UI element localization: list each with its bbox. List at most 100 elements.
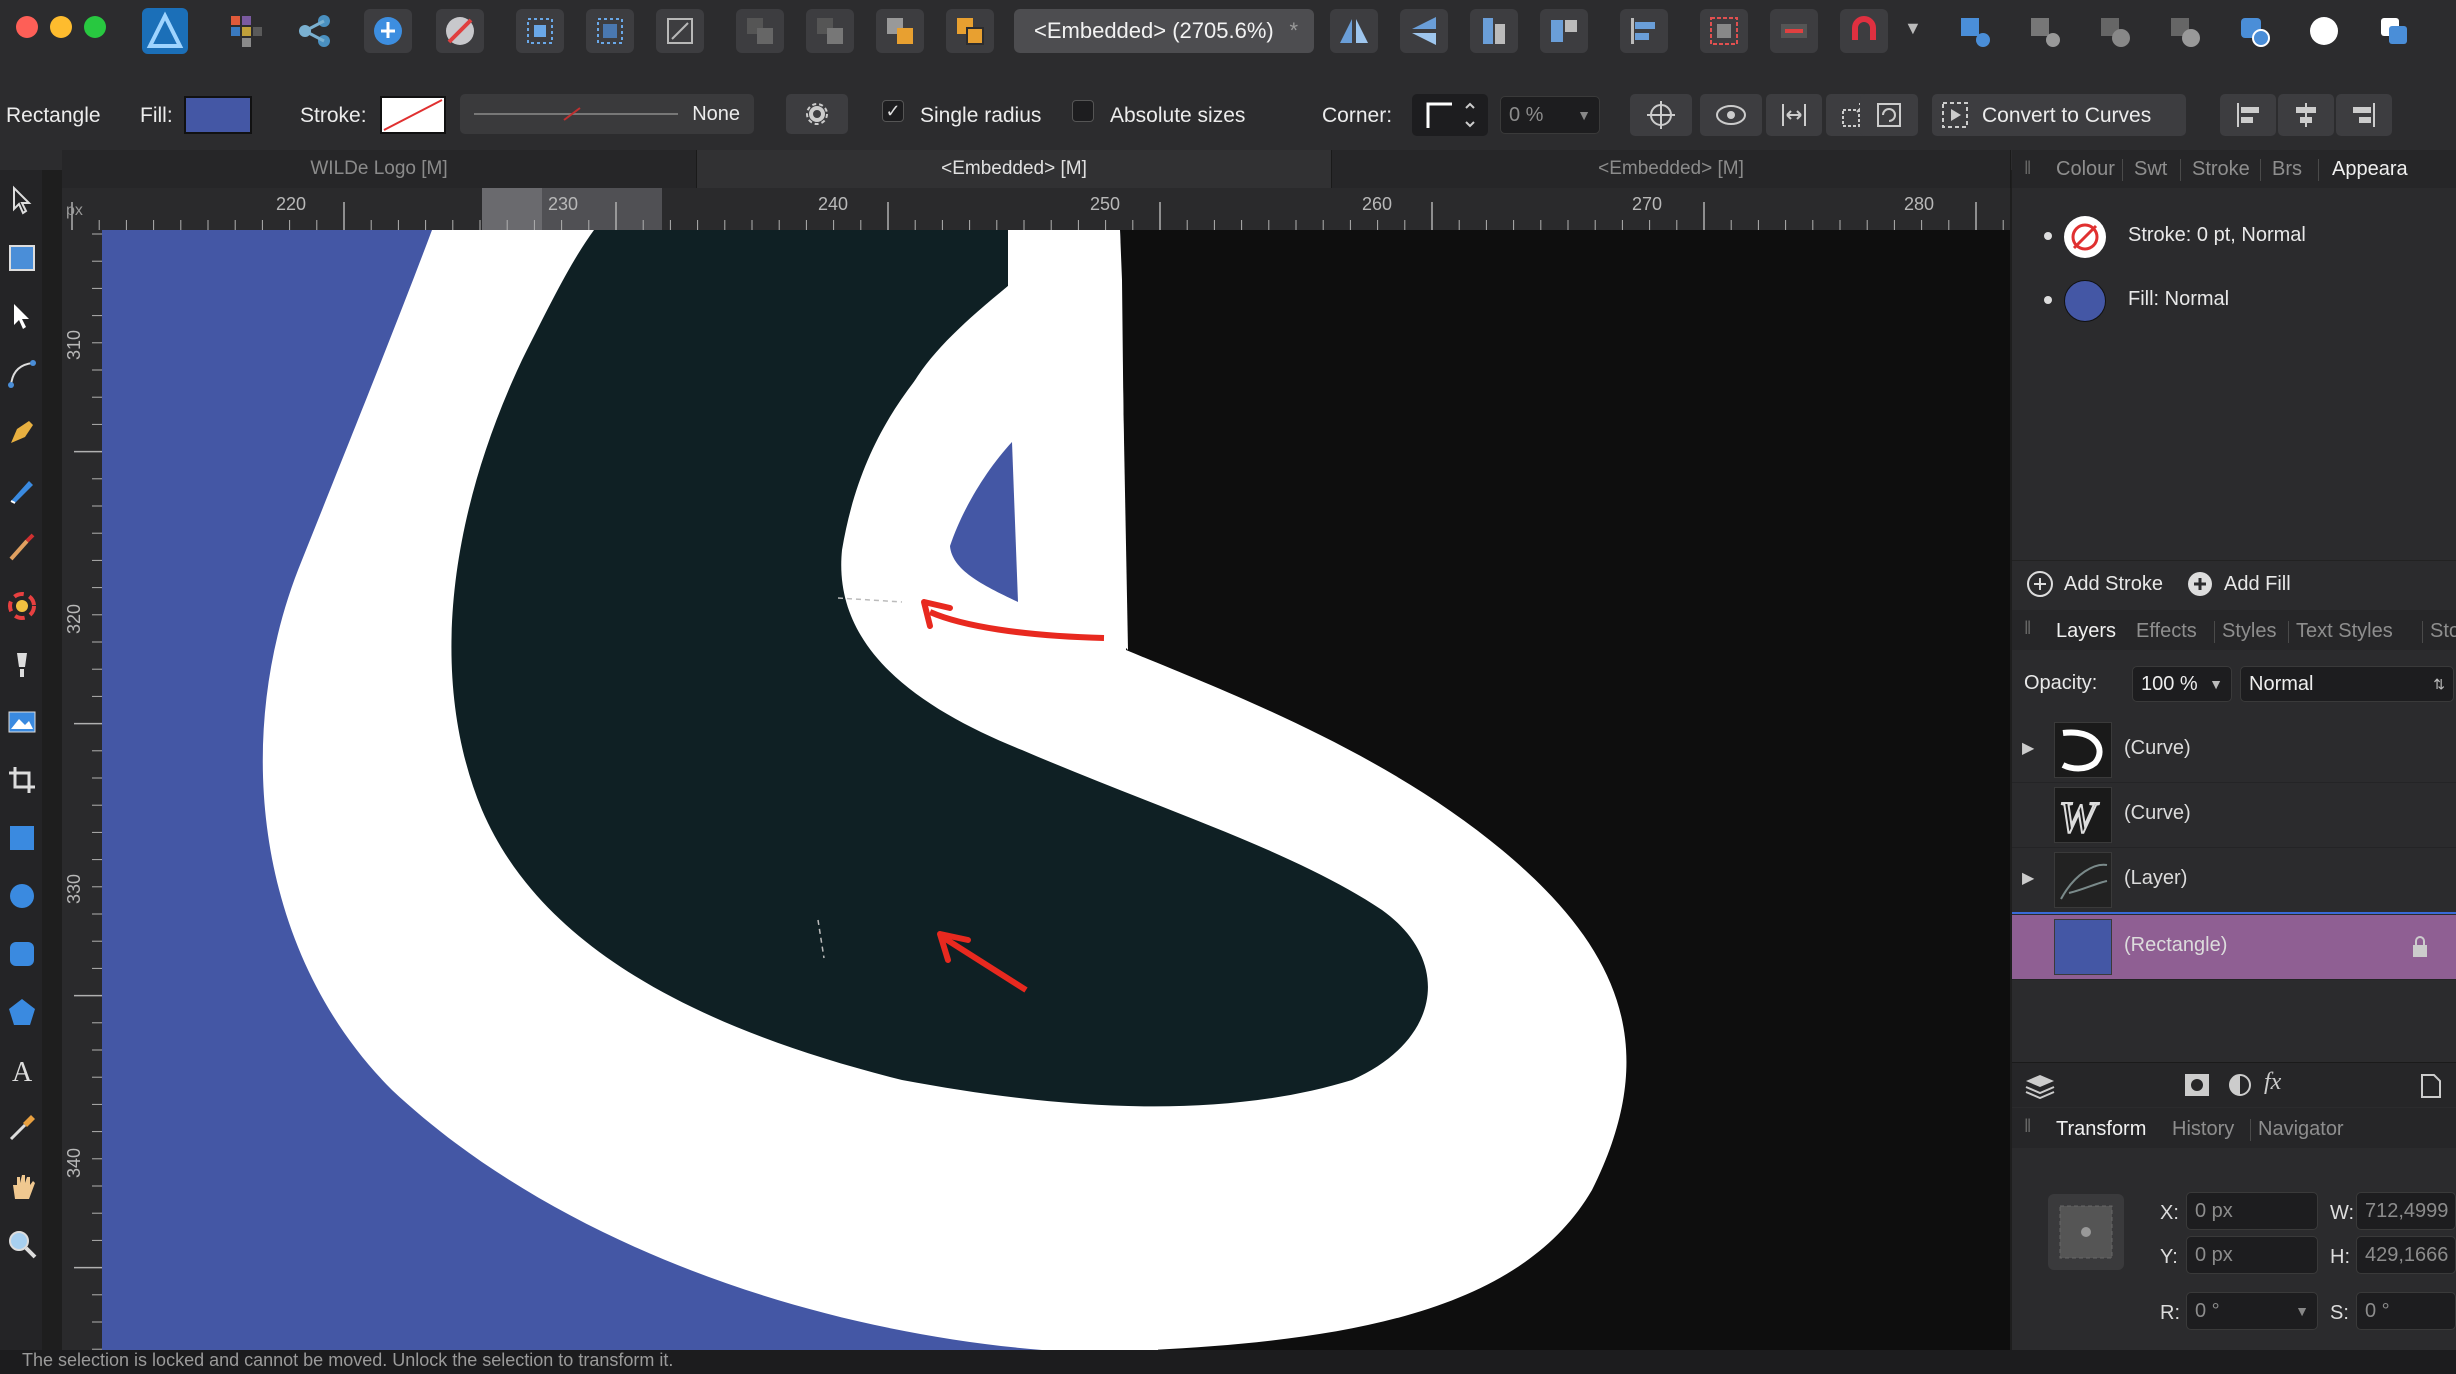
fx-icon[interactable]: fx xyxy=(2264,1069,2281,1096)
stroke-entry[interactable]: Stroke: 0 pt, Normal xyxy=(2012,206,2456,266)
snapping-magnet-icon[interactable] xyxy=(1840,9,1888,53)
tab-brushes[interactable]: Brs xyxy=(2272,158,2302,181)
subtract-icon[interactable] xyxy=(2020,9,2068,53)
y-field[interactable]: 0 px xyxy=(2186,1236,2318,1274)
view-eye-icon[interactable] xyxy=(1700,94,1762,136)
pixel-persona-icon[interactable] xyxy=(222,9,270,53)
polygon-tool-icon[interactable] xyxy=(4,994,40,1030)
close-window-button[interactable] xyxy=(16,16,38,38)
transparency-tool-icon[interactable] xyxy=(4,646,40,682)
select-object-icon[interactable] xyxy=(586,9,634,53)
tab-layers[interactable]: Layers xyxy=(2056,620,2116,643)
fill-swatch[interactable] xyxy=(184,96,252,134)
add-fill-button[interactable]: Add Fill xyxy=(2186,569,2291,599)
align-left-icon[interactable] xyxy=(1620,9,1668,53)
rotation-field[interactable]: 0 ° ▼ xyxy=(2186,1292,2318,1330)
tab-effects[interactable]: Effects xyxy=(2136,620,2197,643)
zoom-tool-icon[interactable] xyxy=(4,1226,40,1262)
place-image-icon[interactable] xyxy=(4,704,40,740)
tab-text-styles[interactable]: Text Styles xyxy=(2296,620,2393,643)
distribute-icon[interactable] xyxy=(1766,94,1822,136)
gear-icon[interactable] xyxy=(786,94,848,134)
color-picker-icon[interactable] xyxy=(4,1110,40,1146)
tab-stock[interactable]: Stoc xyxy=(2430,620,2456,643)
tab-styles[interactable]: Styles xyxy=(2222,620,2276,643)
arrange-forward-icon[interactable] xyxy=(876,9,924,53)
select-grid-icon[interactable] xyxy=(516,9,564,53)
stroke-swatch[interactable] xyxy=(380,96,446,134)
new-page-icon[interactable] xyxy=(2420,1073,2442,1105)
align-right-edges-icon[interactable] xyxy=(2336,94,2392,136)
lock-icon[interactable] xyxy=(2410,935,2430,965)
artboard-tool-icon[interactable] xyxy=(4,240,40,276)
rounded-rect-tool-icon[interactable] xyxy=(4,936,40,972)
layers-stack-icon[interactable] xyxy=(2024,1071,2056,1105)
divide-icon[interactable] xyxy=(2230,9,2278,53)
flip-vertical-icon[interactable] xyxy=(1400,9,1448,53)
tab-stroke[interactable]: Stroke xyxy=(2192,158,2250,181)
shear-field[interactable]: 0 ° xyxy=(2356,1292,2456,1330)
blend-mode-select[interactable]: Normal ⇅ xyxy=(2240,666,2454,702)
insert-behind-icon[interactable] xyxy=(2370,9,2418,53)
doc-tab-embedded-active[interactable]: <Embedded> [M] xyxy=(697,150,1332,188)
stroke-style-picker[interactable]: None xyxy=(460,94,754,134)
height-field[interactable]: 429,1666 xyxy=(2356,1236,2456,1274)
arrange-front-icon[interactable] xyxy=(946,9,994,53)
designer-persona-icon[interactable] xyxy=(140,6,190,56)
opacity-field[interactable]: 100 % ▼ xyxy=(2132,666,2232,702)
width-field[interactable]: 712,4999 xyxy=(2356,1192,2456,1230)
pencil-tool-icon[interactable] xyxy=(4,472,40,508)
add-object-icon[interactable] xyxy=(1950,9,1998,53)
layer-row[interactable]: W (Curve) xyxy=(2012,783,2456,848)
boolean-ops-icon[interactable] xyxy=(1700,9,1748,53)
single-radius-checkbox[interactable]: ✓ xyxy=(882,100,904,122)
xor-icon[interactable] xyxy=(2160,9,2208,53)
node-tool-icon[interactable] xyxy=(4,298,40,334)
move-tool-icon[interactable] xyxy=(4,182,40,218)
flip-horizontal-icon[interactable] xyxy=(1330,9,1378,53)
rotate-left-icon[interactable] xyxy=(1470,9,1518,53)
rotate-reset-icon[interactable] xyxy=(1860,94,1918,136)
tab-swatches[interactable]: Swt xyxy=(2134,158,2167,181)
tab-colour[interactable]: Colour xyxy=(2056,158,2115,181)
expand-arrow-icon[interactable]: ▶ xyxy=(2022,738,2034,758)
corner-value-field[interactable]: 0 % ▼ xyxy=(1500,96,1600,134)
mask-icon[interactable] xyxy=(2184,1073,2210,1103)
x-field[interactable]: 0 px xyxy=(2186,1192,2318,1230)
corner-type-picker[interactable] xyxy=(1412,94,1488,136)
tab-appearance[interactable]: Appeara xyxy=(2332,158,2408,181)
share-icon[interactable] xyxy=(290,9,338,53)
assistant-icon[interactable] xyxy=(364,9,412,53)
fill-entry[interactable]: Fill: Normal xyxy=(2012,270,2456,330)
align-center-icon[interactable] xyxy=(2278,94,2334,136)
doc-tab-wilde-logo[interactable]: WILDe Logo [M] xyxy=(62,150,697,188)
crop-tool-icon[interactable] xyxy=(4,762,40,798)
document-title[interactable]: <Embedded> (2705.6%) * xyxy=(1014,9,1314,53)
absolute-sizes-checkbox[interactable] xyxy=(1072,100,1094,122)
tab-transform[interactable]: Transform xyxy=(2056,1118,2146,1141)
canvas[interactable] xyxy=(102,230,2010,1350)
insert-inside-icon[interactable] xyxy=(2300,9,2348,53)
ellipse-tool-icon[interactable] xyxy=(4,878,40,914)
tab-history[interactable]: History xyxy=(2172,1118,2234,1141)
layer-row-selected[interactable]: (Rectangle) xyxy=(2012,915,2456,980)
text-tool-icon[interactable]: A xyxy=(4,1052,40,1088)
crosshair-icon[interactable] xyxy=(1630,94,1692,136)
snapping-off-icon[interactable] xyxy=(436,9,484,53)
convert-to-curves-button[interactable]: Convert to Curves xyxy=(1932,94,2186,136)
zoom-window-button[interactable] xyxy=(84,16,106,38)
pen-tool-icon[interactable] xyxy=(4,414,40,450)
adjustment-icon[interactable] xyxy=(2228,1073,2252,1103)
layer-row[interactable]: ▶ (Curve) xyxy=(2012,718,2456,783)
anchor-point-selector[interactable] xyxy=(2048,1194,2124,1270)
snapping-dropdown-icon[interactable]: ▼ xyxy=(1904,18,1922,39)
add-stroke-button[interactable]: Add Stroke xyxy=(2026,569,2163,599)
doc-tab-embedded[interactable]: <Embedded> [M] xyxy=(1332,150,2011,188)
force-pixel-align-icon[interactable] xyxy=(1770,9,1818,53)
layer-row[interactable]: ▶ (Layer) xyxy=(2012,848,2456,914)
corner-tool-icon[interactable] xyxy=(4,356,40,392)
arrange-backward-icon[interactable] xyxy=(806,9,854,53)
hand-tool-icon[interactable] xyxy=(4,1168,40,1204)
tab-navigator[interactable]: Navigator xyxy=(2258,1118,2344,1141)
intersect-icon[interactable] xyxy=(2090,9,2138,53)
